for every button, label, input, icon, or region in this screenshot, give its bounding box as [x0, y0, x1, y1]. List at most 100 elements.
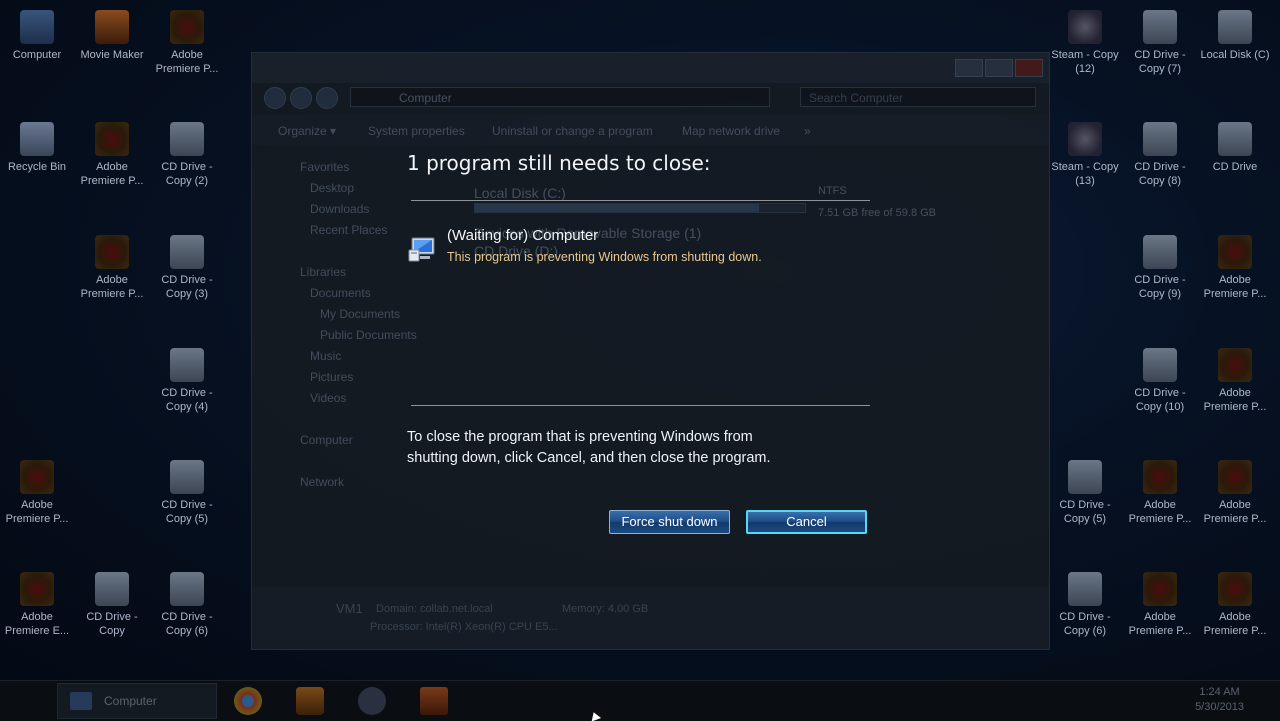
media-player-icon[interactable]: [296, 687, 324, 715]
desktop-icon[interactable]: Local Disk (C): [1200, 10, 1270, 62]
desktop-icon[interactable]: CD Drive - Copy (3): [152, 235, 222, 301]
prem-icon: [1143, 572, 1177, 606]
desktop-icon[interactable]: CD Drive: [1200, 122, 1270, 174]
map-drive-button[interactable]: Map network drive: [682, 124, 780, 138]
forward-icon[interactable]: [290, 87, 312, 109]
window-controls: [955, 59, 1043, 77]
app-icon: [95, 10, 129, 44]
taskbar-computer-window[interactable]: Computer: [57, 683, 217, 719]
explorer-titlebar: [252, 53, 1049, 83]
desktop-icon[interactable]: Recycle Bin: [2, 122, 72, 174]
search-input[interactable]: Search Computer: [800, 87, 1036, 107]
desktop-icon[interactable]: Adobe Premiere P...: [1200, 235, 1270, 301]
desktop-icon-label: CD Drive - Copy (6): [161, 611, 213, 637]
desktop-icon[interactable]: CD Drive - Copy (5): [152, 460, 222, 526]
cd-icon: [1068, 460, 1102, 494]
desktop-icon[interactable]: CD Drive - Copy (9): [1125, 235, 1195, 301]
dialog-title: 1 program still needs to close:: [407, 151, 711, 175]
prem-icon: [20, 572, 54, 606]
computer-icon: [70, 692, 92, 710]
desktop-icon-label: Steam - Copy (12): [1051, 49, 1119, 75]
divider-bottom: [411, 405, 870, 406]
shutdown-dialog: 1 program still needs to close: (Waiting…: [390, 140, 890, 560]
close-button[interactable]: [1015, 59, 1043, 77]
desktop-icon[interactable]: Computer: [2, 10, 72, 62]
taskbar: Computer 1:24 AM 5/30/2013: [0, 680, 1280, 721]
desktop-icon[interactable]: Adobe Premiere P...: [1125, 460, 1195, 526]
prem-icon: [1218, 460, 1252, 494]
details-pane: VM1 Domain: collab.net.local Memory: 4.0…: [252, 587, 1049, 649]
force-shut-down-button[interactable]: Force shut down: [609, 510, 730, 534]
desktop-icon[interactable]: CD Drive - Copy (7): [1125, 10, 1195, 76]
desktop-icon[interactable]: CD Drive - Copy (6): [152, 572, 222, 638]
desktop-icon-label: CD Drive: [1212, 161, 1258, 173]
maximize-button[interactable]: [985, 59, 1013, 77]
desktop-icon[interactable]: Steam - Copy (13): [1050, 122, 1120, 188]
history-icon[interactable]: [316, 87, 338, 109]
address-input[interactable]: Computer: [350, 87, 770, 107]
desktop-icon[interactable]: CD Drive - Copy (6): [1050, 572, 1120, 638]
computer-icon: [408, 232, 440, 262]
desktop-icon[interactable]: Adobe Premiere P...: [77, 122, 147, 188]
toolbox-icon[interactable]: [420, 687, 448, 715]
details-name: VM1: [336, 601, 363, 616]
desktop-icon-label: Steam - Copy (13): [1051, 161, 1119, 187]
desktop-icon[interactable]: Movie Maker: [77, 10, 147, 62]
desktop-icon[interactable]: Adobe Premiere P...: [77, 235, 147, 301]
desktop-icon-label: CD Drive - Copy (3): [161, 274, 213, 300]
users-icon[interactable]: [358, 687, 386, 715]
desktop-icon[interactable]: Adobe Premiere P...: [1200, 572, 1270, 638]
more-commands-button[interactable]: »: [804, 124, 811, 138]
prem-icon: [170, 10, 204, 44]
clock[interactable]: 1:24 AM 5/30/2013: [1195, 685, 1244, 715]
prem-icon: [1218, 572, 1252, 606]
desktop-icon[interactable]: CD Drive - Copy (5): [1050, 460, 1120, 526]
desktop-icon-label: Adobe Premiere P...: [155, 49, 219, 75]
program-warning: This program is preventing Windows from …: [447, 250, 762, 264]
desktop-icon-label: CD Drive - Copy (5): [1059, 499, 1111, 525]
cancel-button[interactable]: Cancel: [746, 510, 867, 534]
prem-icon: [20, 460, 54, 494]
cd-icon: [1143, 235, 1177, 269]
desktop-icon[interactable]: Adobe Premiere P...: [2, 460, 72, 526]
desktop-icon-label: CD Drive - Copy (6): [1059, 611, 1111, 637]
desktop-icon-label: Adobe Premiere P...: [1203, 499, 1267, 525]
desktop-icon[interactable]: Steam - Copy (12): [1050, 10, 1120, 76]
clock-time: 1:24 AM: [1199, 686, 1240, 698]
desktop-icon[interactable]: Adobe Premiere E...: [2, 572, 72, 638]
desktop-icon[interactable]: CD Drive - Copy (2): [152, 122, 222, 188]
desktop-icon[interactable]: Adobe Premiere P...: [1200, 348, 1270, 414]
desktop-icon[interactable]: Adobe Premiere P...: [152, 10, 222, 76]
desktop-icon[interactable]: CD Drive - Copy (4): [152, 348, 222, 414]
details-memory: Memory: 4.00 GB: [562, 603, 649, 615]
system-properties-button[interactable]: System properties: [368, 124, 465, 138]
back-icon[interactable]: [264, 87, 286, 109]
steam-icon: [1068, 122, 1102, 156]
desktop-icon-label: Adobe Premiere P...: [1203, 387, 1267, 413]
desktop-icon[interactable]: CD Drive - Copy (10): [1125, 348, 1195, 414]
cd-icon: [170, 122, 204, 156]
chrome-icon[interactable]: [234, 687, 262, 715]
taskbar-computer-label: Computer: [104, 694, 157, 708]
cd-icon: [1068, 572, 1102, 606]
desktop-icon[interactable]: Adobe Premiere P...: [1200, 460, 1270, 526]
cd-icon: [170, 460, 204, 494]
details-domain: Domain: collab.net.local: [376, 603, 493, 615]
desktop-icon-label: CD Drive - Copy (5): [161, 499, 213, 525]
desktop-icon-label: Adobe Premiere P...: [80, 161, 144, 187]
details-processor: Processor: Intel(R) Xeon(R) CPU E5...: [370, 621, 558, 633]
uninstall-button[interactable]: Uninstall or change a program: [492, 124, 653, 138]
minimize-button[interactable]: [955, 59, 983, 77]
desktop-icon-label: Local Disk (C): [1200, 49, 1270, 61]
prem-icon: [1143, 460, 1177, 494]
desktop-icon[interactable]: CD Drive - Copy (8): [1125, 122, 1195, 188]
cd-icon: [170, 572, 204, 606]
desktop-icon[interactable]: Adobe Premiere P...: [1125, 572, 1195, 638]
cd-icon: [95, 572, 129, 606]
prem-icon: [1218, 235, 1252, 269]
desktop-icon-label: CD Drive - Copy: [86, 611, 138, 637]
desktop-icon[interactable]: CD Drive - Copy: [77, 572, 147, 638]
cd-icon: [1143, 10, 1177, 44]
start-button[interactable]: [6, 685, 52, 717]
organize-button[interactable]: Organize ▾: [278, 124, 336, 138]
